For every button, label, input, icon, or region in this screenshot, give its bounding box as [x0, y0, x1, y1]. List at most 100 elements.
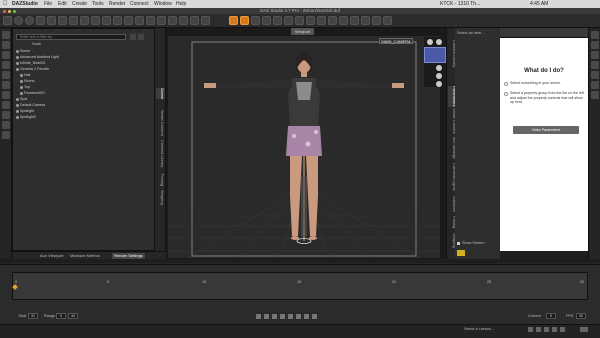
save-icon[interactable]	[2, 41, 10, 49]
camera-icon[interactable]	[2, 111, 10, 119]
camera-selector[interactable]: MAIN_CAMERA	[379, 38, 413, 44]
light-icon[interactable]	[2, 121, 10, 129]
viewport-canvas[interactable]	[168, 36, 440, 258]
spline-icon[interactable]	[339, 16, 348, 25]
render-region-icon[interactable]	[372, 16, 381, 25]
visibility-icon[interactable]	[20, 85, 23, 89]
menu-file[interactable]: File	[44, 0, 52, 8]
tab-shaping[interactable]: Shaping	[156, 190, 165, 205]
lesson-selector[interactable]: Select a Lesson...	[464, 327, 494, 331]
joint-editor-icon[interactable]	[80, 16, 89, 25]
rotate-tool-icon[interactable]	[58, 16, 67, 25]
menu-create[interactable]: Create	[72, 0, 87, 8]
pane-options-icon[interactable]	[457, 250, 465, 256]
fps-field[interactable]: 30	[576, 313, 586, 319]
lock-icon[interactable]	[591, 31, 599, 39]
menu-edit[interactable]: Edit	[58, 0, 67, 8]
weight-map-icon[interactable]	[135, 16, 144, 25]
mesh-icon[interactable]	[328, 16, 337, 25]
tab-posing[interactable]: Posing	[156, 174, 165, 186]
open-icon[interactable]	[2, 31, 10, 39]
zoom-icon[interactable]	[436, 81, 442, 87]
lesson-stop-icon[interactable]	[552, 327, 557, 332]
camera-tool-icon[interactable]	[168, 16, 177, 25]
transform-tool-icon[interactable]	[47, 16, 56, 25]
show-hidden-checkbox[interactable]	[457, 242, 460, 245]
node-tool-icon[interactable]	[36, 16, 45, 25]
scene-menu-icon[interactable]	[138, 34, 144, 40]
visibility-icon[interactable]	[16, 67, 19, 71]
previous-key-icon[interactable]	[264, 314, 269, 319]
timeline-ruler[interactable]: 0 5 10 15 20 25 30	[12, 272, 588, 300]
node-weight-icon[interactable]	[157, 16, 166, 25]
visibility-icon[interactable]	[16, 115, 19, 119]
visibility-icon[interactable]	[20, 79, 23, 83]
geometry-editor-icon[interactable]	[91, 16, 100, 25]
visibility-icon[interactable]	[16, 55, 19, 59]
render-icon[interactable]	[25, 16, 34, 25]
tab-aux-viewport[interactable]: Aux Viewport	[40, 253, 64, 259]
select-icon[interactable]	[2, 81, 10, 89]
total-frames-field[interactable]: 31	[28, 313, 38, 319]
merge-icon[interactable]	[2, 51, 10, 59]
lesson-back-icon[interactable]	[528, 327, 533, 332]
active-pose-icon[interactable]	[240, 16, 249, 25]
pan-icon[interactable]	[436, 65, 442, 71]
universal-tool-icon[interactable]	[229, 16, 238, 25]
close-icon[interactable]	[3, 9, 6, 13]
surface-selection-icon[interactable]	[102, 16, 111, 25]
pin-icon[interactable]	[350, 16, 359, 25]
visibility-icon[interactable]	[16, 97, 19, 101]
tab-measure-metrics[interactable]: Measure Metrics	[70, 253, 100, 259]
pane-icon[interactable]	[591, 51, 599, 59]
video-parameters-button[interactable]: Video Parameters	[513, 126, 579, 134]
layers-icon[interactable]	[295, 16, 304, 25]
list-icon[interactable]	[591, 81, 599, 89]
orbit-icon[interactable]	[436, 73, 442, 79]
primitive-icon[interactable]	[2, 101, 10, 109]
first-frame-icon[interactable]	[256, 314, 261, 319]
spot-render-icon[interactable]	[113, 16, 122, 25]
next-key-icon[interactable]	[296, 314, 301, 319]
lesson-help-icon[interactable]	[560, 327, 565, 332]
scene-row[interactable]: Spotlight2	[16, 114, 155, 120]
scene-filter-input[interactable]: Enter text to filter by...	[16, 34, 126, 40]
previous-frame-icon[interactable]	[272, 314, 277, 319]
shaping-icon[interactable]	[146, 16, 155, 25]
apple-icon[interactable]: 	[3, 0, 8, 8]
minimize-icon[interactable]	[8, 9, 11, 13]
scale-icon[interactable]	[273, 16, 282, 25]
layout-icon[interactable]	[591, 41, 599, 49]
pose-tool-icon[interactable]	[201, 16, 210, 25]
range-end-field[interactable]: 30	[68, 313, 78, 319]
translate-icon[interactable]	[251, 16, 260, 25]
figure-icon[interactable]	[2, 131, 10, 139]
figure-icon[interactable]	[284, 16, 293, 25]
light-tool-icon[interactable]	[179, 16, 188, 25]
aim-icon[interactable]	[427, 39, 433, 45]
app-menu[interactable]: DAZStudio	[12, 0, 38, 8]
visibility-icon[interactable]	[16, 49, 19, 53]
view-cube-icon[interactable]	[424, 47, 446, 63]
tabs-icon[interactable]	[591, 61, 599, 69]
range-start-field[interactable]: 0	[56, 313, 66, 319]
last-frame-icon[interactable]	[304, 314, 309, 319]
region-nav-icon[interactable]	[124, 16, 133, 25]
new-scene-icon[interactable]	[3, 16, 12, 25]
menu-render[interactable]: Render	[109, 0, 125, 8]
visibility-icon[interactable]	[16, 103, 19, 107]
menu-connect[interactable]: Connect	[130, 0, 149, 8]
tab-scene[interactable]: Scene	[156, 88, 165, 100]
edit-icon[interactable]	[361, 16, 370, 25]
menu-help[interactable]: Help	[176, 0, 186, 8]
redo-icon[interactable]	[2, 71, 10, 79]
morph-icon[interactable]	[317, 16, 326, 25]
lesson-forward-icon[interactable]	[536, 327, 541, 332]
visibility-icon[interactable]	[20, 91, 23, 95]
tab-smart-content[interactable]: Smart Content	[156, 110, 165, 136]
help-icon[interactable]	[14, 16, 23, 25]
grid-icon[interactable]	[591, 91, 599, 99]
scale-tool-icon[interactable]	[69, 16, 78, 25]
info-icon[interactable]	[383, 16, 392, 25]
play-icon[interactable]	[280, 314, 285, 319]
